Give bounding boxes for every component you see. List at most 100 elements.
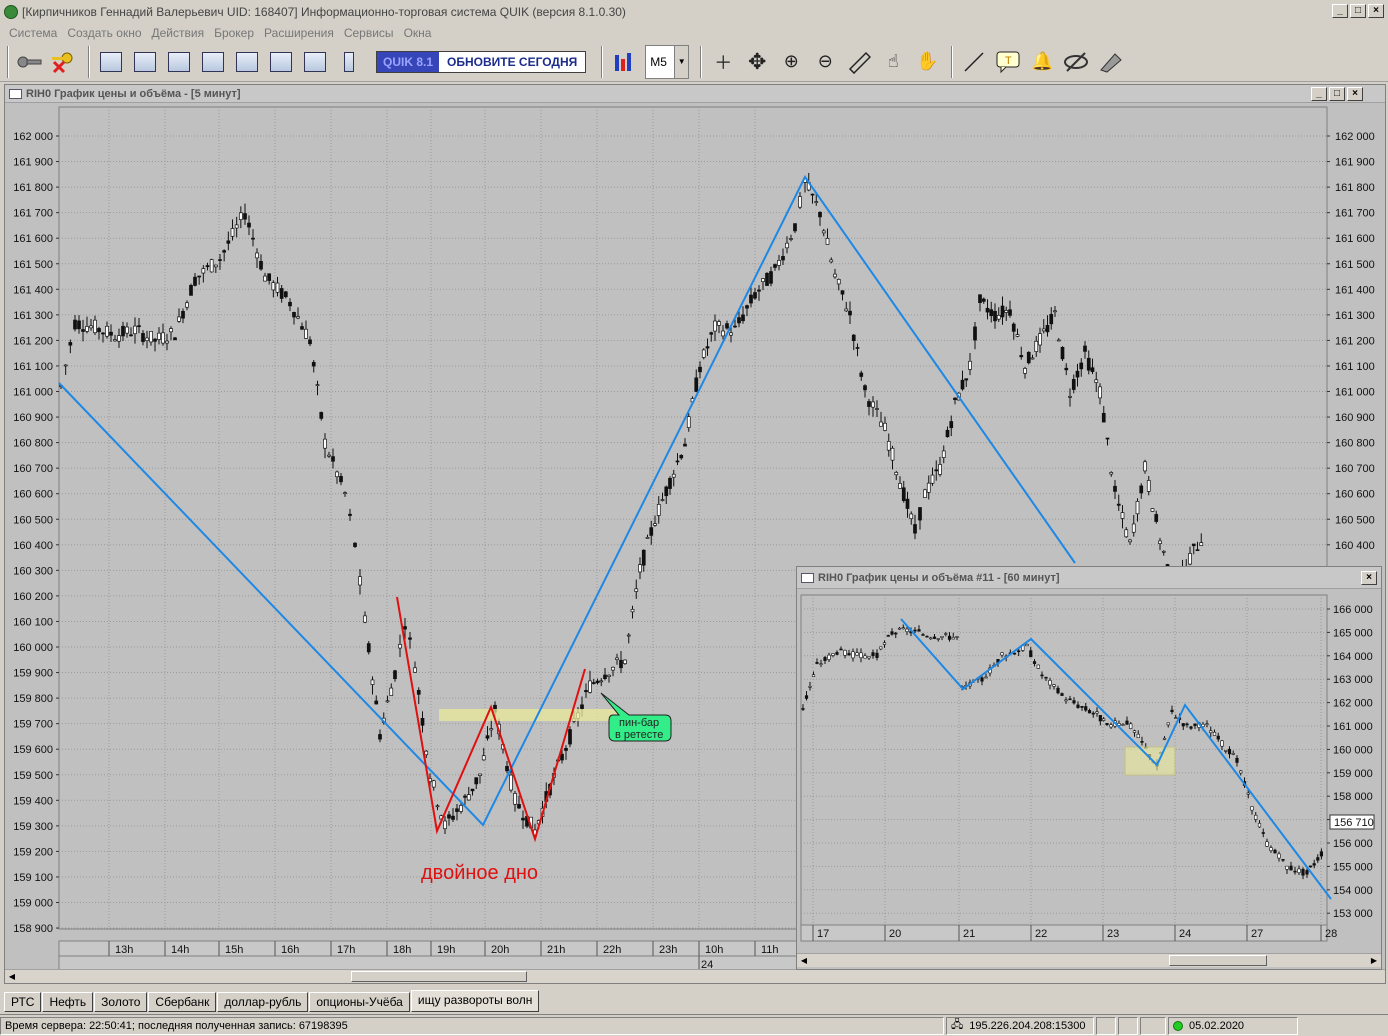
date-label: 22 bbox=[1035, 928, 1047, 940]
price-label: 160 000 bbox=[1333, 744, 1373, 756]
remove-table-icon[interactable] bbox=[298, 47, 332, 77]
candle-body bbox=[901, 627, 905, 630]
candle-body bbox=[818, 211, 822, 218]
hourly-close-button[interactable]: × bbox=[1361, 571, 1377, 585]
scroll-thumb[interactable] bbox=[1169, 955, 1267, 966]
price-label-left: 159 100 bbox=[13, 872, 53, 884]
tab-wave-reversals[interactable]: ищу развороты волн bbox=[410, 990, 540, 1012]
price-label-left: 161 800 bbox=[13, 182, 53, 194]
close-button[interactable]: × bbox=[1368, 4, 1384, 18]
quotes-icon[interactable] bbox=[128, 47, 162, 77]
grab-hand-icon[interactable]: ✋ bbox=[910, 47, 944, 77]
candle-body bbox=[1040, 674, 1044, 677]
candle-body bbox=[1121, 724, 1125, 726]
line-tool-icon[interactable] bbox=[957, 47, 991, 77]
candle-body bbox=[279, 288, 284, 299]
menu-broker[interactable]: Брокер bbox=[209, 26, 259, 40]
eraser-icon[interactable] bbox=[1093, 47, 1127, 77]
deals-icon[interactable] bbox=[230, 47, 264, 77]
chart-close-button[interactable]: × bbox=[1347, 87, 1363, 101]
price-label-left: 160 700 bbox=[13, 463, 53, 475]
hourly-chart-scrollbar[interactable]: ◀ ▶ bbox=[797, 953, 1381, 967]
search-table-icon[interactable] bbox=[264, 47, 298, 77]
candle-body bbox=[125, 326, 129, 334]
candle-body bbox=[925, 635, 929, 638]
candle-body bbox=[431, 780, 436, 788]
tab-sberbank[interactable]: Сбербанк bbox=[148, 992, 217, 1012]
price-label-right: 161 400 bbox=[1335, 284, 1375, 296]
crosshair-icon[interactable]: ＋ bbox=[706, 47, 740, 77]
chevron-down-icon[interactable]: ▼ bbox=[674, 45, 689, 78]
menu-system[interactable]: Система bbox=[4, 26, 62, 40]
update-notice[interactable]: QUIK 8.1 ОБНОВИТЕ СЕГОДНЯ bbox=[376, 50, 587, 73]
candle-body bbox=[1254, 814, 1258, 820]
candle-body bbox=[247, 222, 251, 228]
alert-bell-icon[interactable]: 🔔 bbox=[1025, 47, 1059, 77]
candle-body bbox=[993, 310, 997, 322]
candle-body bbox=[1269, 847, 1273, 851]
zoom-out-icon[interactable]: ⊖ bbox=[808, 47, 842, 77]
menu-windows[interactable]: Окна bbox=[399, 26, 437, 40]
menu-services[interactable]: Сервисы bbox=[339, 26, 399, 40]
candle-body bbox=[1239, 770, 1243, 774]
scroll-right-icon[interactable]: ▶ bbox=[1367, 954, 1381, 967]
candle-body bbox=[890, 447, 895, 461]
chart-minimize-button[interactable]: _ bbox=[1311, 87, 1327, 101]
current-price: 156 710 bbox=[1334, 817, 1374, 829]
candle-body bbox=[626, 634, 631, 637]
chart-params-icon[interactable] bbox=[607, 47, 641, 77]
ruler-icon[interactable] bbox=[842, 47, 876, 77]
candle-body bbox=[984, 676, 988, 679]
candle-body bbox=[721, 330, 725, 337]
tab-usd-rub[interactable]: доллар-рубль bbox=[217, 992, 309, 1012]
timeframe-select[interactable]: M5 ▼ bbox=[645, 44, 690, 79]
candle-body bbox=[941, 450, 946, 458]
candle-body bbox=[1060, 346, 1065, 360]
candle-body bbox=[1036, 664, 1040, 669]
orders-icon[interactable] bbox=[196, 47, 230, 77]
candle-body bbox=[489, 728, 494, 731]
menu-actions[interactable]: Действия bbox=[147, 26, 210, 40]
pointer-hand-icon[interactable]: ☝ bbox=[876, 47, 910, 77]
candle-body bbox=[447, 814, 451, 819]
candle-body bbox=[769, 271, 773, 284]
main-chart-scrollbar[interactable]: ◀ bbox=[5, 969, 1385, 983]
hourly-chart-window[interactable]: RIH0 График цены и объёма #11 - [60 мину… bbox=[796, 566, 1382, 970]
scroll-left-icon[interactable]: ◀ bbox=[5, 970, 19, 983]
menu-create-window[interactable]: Создать окно bbox=[62, 26, 146, 40]
tab-options[interactable]: опционы-Учёба bbox=[309, 992, 410, 1012]
candle-body bbox=[810, 193, 815, 196]
scroll-thumb[interactable] bbox=[351, 971, 527, 982]
candle-body bbox=[1098, 715, 1102, 722]
tab-rts[interactable]: РТС bbox=[4, 992, 42, 1012]
price-label: 164 000 bbox=[1333, 651, 1373, 663]
candle-body bbox=[1166, 722, 1170, 726]
new-table-icon[interactable] bbox=[94, 47, 128, 77]
tab-oil[interactable]: Нефть bbox=[42, 992, 94, 1012]
disconnect-key-icon[interactable] bbox=[47, 47, 81, 77]
zoom-in-icon[interactable]: ⊕ bbox=[774, 47, 808, 77]
date-label: 20 bbox=[889, 928, 901, 940]
candle-body bbox=[1000, 305, 1005, 318]
connect-key-icon[interactable] bbox=[13, 47, 47, 77]
price-label: 156 000 bbox=[1333, 838, 1373, 850]
text-label-icon[interactable]: T bbox=[991, 47, 1025, 77]
chart-maximize-button[interactable]: □ bbox=[1329, 87, 1345, 101]
move-icon[interactable]: ✥ bbox=[740, 47, 774, 77]
time-label: 20h bbox=[491, 944, 509, 956]
tab-gold[interactable]: Золото bbox=[94, 992, 148, 1012]
hourly-price-chart[interactable]: 166 000 165 000 164 000 163 000 162 000 161 0… bbox=[797, 589, 1381, 951]
scroll-left-icon[interactable]: ◀ bbox=[797, 954, 811, 967]
candle-body bbox=[1044, 676, 1048, 679]
price-label: 154 000 bbox=[1333, 885, 1373, 897]
more-icon[interactable] bbox=[332, 47, 366, 77]
candle-body bbox=[989, 309, 994, 317]
maximize-button[interactable]: □ bbox=[1350, 4, 1366, 18]
candle-body bbox=[936, 638, 940, 640]
price-label-left: 161 900 bbox=[13, 157, 53, 169]
candle-body bbox=[459, 805, 463, 812]
hide-eye-icon[interactable] bbox=[1059, 47, 1093, 77]
menu-extensions[interactable]: Расширения bbox=[259, 26, 339, 40]
chart-icon[interactable] bbox=[162, 47, 196, 77]
minimize-button[interactable]: _ bbox=[1332, 4, 1348, 18]
